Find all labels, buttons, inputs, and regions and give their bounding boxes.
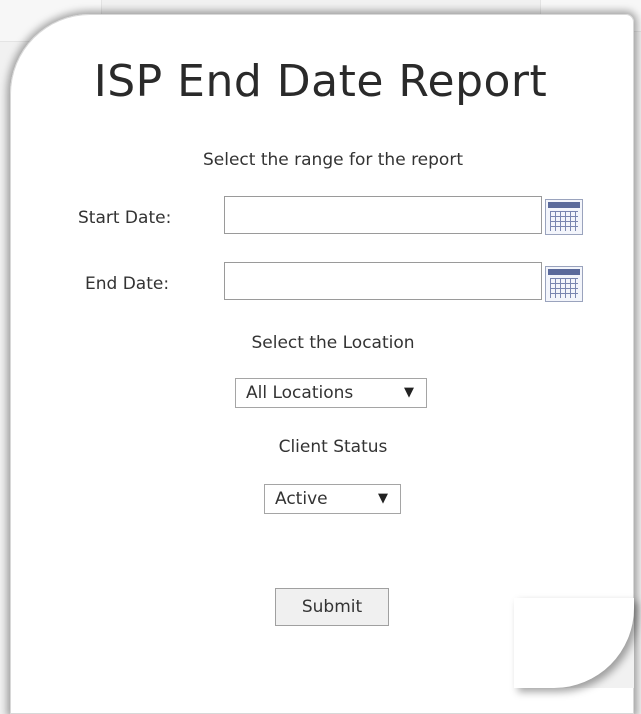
- end-date-input[interactable]: [224, 262, 542, 300]
- end-date-calendar-icon[interactable]: [545, 266, 583, 302]
- chevron-down-icon: ▼: [378, 491, 388, 506]
- range-prompt: Select the range for the report: [203, 150, 463, 170]
- location-prompt: Select the Location: [251, 333, 415, 353]
- client-status-selected-value: Active: [275, 489, 328, 509]
- client-status-prompt: Client Status: [278, 437, 388, 457]
- start-date-input[interactable]: [224, 196, 542, 234]
- location-select[interactable]: All Locations ▼: [235, 378, 427, 408]
- location-selected-value: All Locations: [246, 383, 354, 403]
- page-title: ISP End Date Report: [93, 56, 548, 107]
- end-date-label: End Date:: [85, 274, 170, 294]
- panel-corner: [514, 598, 634, 688]
- start-date-calendar-icon[interactable]: [545, 199, 583, 235]
- start-date-label: Start Date:: [78, 208, 172, 228]
- chevron-down-icon: ▼: [404, 385, 414, 400]
- client-status-select[interactable]: Active ▼: [264, 484, 401, 514]
- submit-button[interactable]: Submit: [275, 588, 389, 626]
